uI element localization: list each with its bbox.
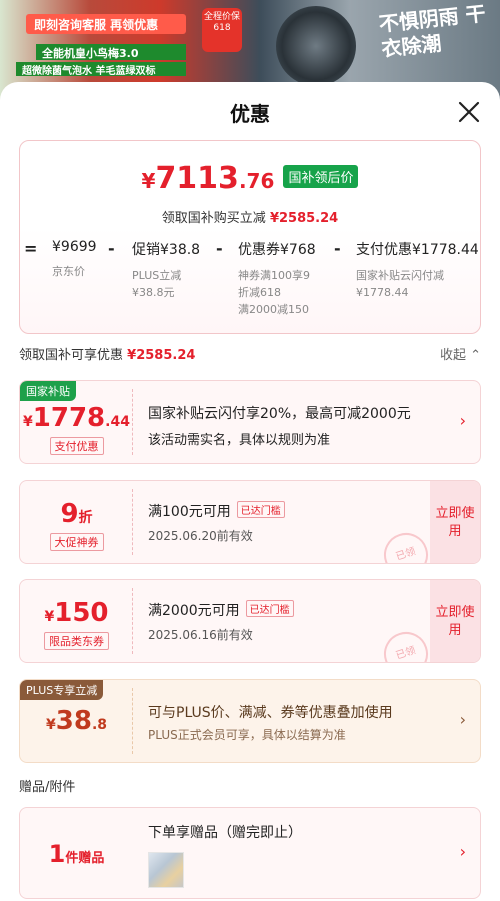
breakdown-label: ¥38.8元	[132, 286, 175, 300]
coupon-rule-note: 该活动需实名，具体以规则为准	[148, 433, 331, 448]
coupon-amount-suffix: 折	[78, 510, 93, 526]
coupon-currency: ¥	[44, 609, 55, 625]
breakdown-value: 优惠券¥768	[238, 242, 316, 258]
breakdown-label: 神券满100享9	[238, 269, 310, 282]
coupon-amount: 9	[60, 499, 79, 529]
subsidy-summary: 领取国补购买立减 ¥2585.24	[20, 207, 480, 226]
coupon-description: 国家补贴云闪付享20%，最高可减2000元	[148, 406, 411, 422]
banner-promo-line-2: 全能机皇小鸟梅3.0	[36, 44, 186, 60]
gift-count-unit: 件赠品	[65, 851, 105, 866]
close-icon[interactable]	[456, 99, 482, 125]
banner-promo-line-1: 即刻咨询客服 再领优惠	[26, 14, 186, 34]
breakdown-label: PLUS立减	[132, 269, 182, 282]
available-discounts-header: 领取国补可享优惠 ¥2585.24 收起 ⌃	[19, 344, 481, 364]
gift-thumbnail	[148, 852, 184, 888]
price-decimal: .76	[238, 169, 275, 193]
coupon-divider	[132, 389, 133, 455]
coupon-currency: ¥	[46, 717, 56, 733]
sheet-title: 优惠	[230, 102, 270, 126]
coupon-divider	[132, 688, 133, 754]
price-breakdown: = ¥9699 京东价 - 促销¥38.8 PLUS立减 ¥38.8元 - 优惠…	[20, 239, 482, 329]
discount-bottom-sheet: 优惠 ¥7113.76 国补领后价 领取国补购买立减 ¥2585.24 = ¥9…	[0, 82, 500, 901]
breakdown-label: 京东价	[52, 265, 85, 278]
coupon-type-chip: 限品类东券	[44, 632, 109, 650]
minus-operator: -	[108, 239, 115, 258]
use-now-button[interactable]: 立即使用	[430, 481, 480, 563]
collapse-label: 收起	[439, 348, 466, 363]
washing-machine-image	[276, 6, 356, 86]
gift-description: 下单享赠品（赠完即止）	[148, 825, 302, 841]
breakdown-label: 满2000减150	[238, 303, 309, 317]
coupon-divider	[132, 588, 133, 654]
threshold-reached-tag: 已达门槛	[236, 501, 285, 518]
coupon-amount: 150	[54, 598, 109, 628]
claimed-stamp: 已领	[378, 527, 434, 563]
banner-price-guarantee-badge: 全程价保 618	[202, 8, 242, 52]
coupon-amount-area: ¥1778.44 支付优惠	[20, 381, 133, 463]
breakdown-promotion: 促销¥38.8 PLUS立减 ¥38.8元	[132, 239, 200, 301]
final-price: ¥7113.76 国补领后价	[20, 161, 480, 196]
coupon-description: 可与PLUS价、满减、券等优惠叠加使用	[148, 705, 393, 721]
coupon-divider	[132, 489, 133, 555]
subsidy-summary-label: 领取国补购买立减	[161, 211, 266, 226]
coupon-card-150: ¥150 限品类东券 满2000元可用 已达门槛 2025.06.16前有效 已领…	[19, 579, 481, 663]
breakdown-label: ¥1778.44	[356, 286, 409, 300]
gift-count-area: 1件赠品	[20, 808, 133, 898]
chevron-right-icon: ›	[459, 842, 466, 861]
subsidy-summary-amount: ¥2585.24	[269, 211, 339, 226]
coupon-type-chip: 支付优惠	[49, 437, 104, 455]
breakdown-payment: 支付优惠¥1778.44 国家补贴云闪付减 ¥1778.44	[356, 239, 479, 301]
chevron-right-icon: ›	[459, 710, 466, 729]
price-summary-card: ¥7113.76 国补领后价 领取国补购买立减 ¥2585.24 = ¥9699…	[19, 140, 481, 334]
breakdown-value: ¥9699	[52, 239, 97, 255]
breakdown-jd-price: ¥9699 京东价	[52, 239, 97, 280]
breakdown-coupon: 优惠券¥768 神券满100享9 折减618 满2000减150	[238, 239, 316, 318]
coupon-amount-area: 9折 大促神券	[20, 481, 133, 563]
chevron-up-icon: ⌃	[470, 348, 481, 363]
minus-operator: -	[216, 239, 223, 258]
gift-card[interactable]: 1件赠品 下单享赠品（赠完即止） ›	[19, 807, 481, 899]
coupon-amount-decimal: .44	[105, 414, 130, 430]
coupon-amount-area: ¥38.8	[20, 680, 133, 762]
coupon-amount-decimal: .8	[91, 717, 107, 733]
equals-operator: =	[24, 239, 38, 258]
coupon-amount-area: ¥150 限品类东券	[20, 580, 133, 662]
claimed-stamp: 已领	[378, 626, 434, 662]
coupon-card-discount-9: 9折 大促神券 满100元可用 已达门槛 2025.06.20前有效 已领 立即使…	[19, 480, 481, 564]
coupon-currency: ¥	[23, 414, 33, 430]
threshold-reached-tag: 已达门槛	[245, 600, 294, 617]
coupon-rule-note: PLUS正式会员可享，具体以结算为准	[148, 728, 346, 742]
coupon-description: 满100元可用	[148, 504, 231, 520]
price-tag-badge: 国补领后价	[283, 165, 359, 188]
use-now-button[interactable]: 立即使用	[430, 580, 480, 662]
banner-slogan: 不惧阴雨 干衣除潮	[377, 1, 487, 62]
breakdown-value: 促销¥38.8	[132, 242, 201, 258]
price-currency: ¥	[141, 169, 156, 193]
gift-section-heading: 赠品/附件	[19, 780, 76, 795]
breakdown-label: 折减618	[238, 286, 281, 300]
coupon-card-plus[interactable]: PLUS专享立减 ¥38.8 可与PLUS价、满减、券等优惠叠加使用 PLUS正…	[19, 679, 481, 763]
coupon-type-chip: 大促神券	[49, 533, 104, 551]
coupon-amount: 38	[55, 706, 92, 736]
chevron-right-icon: ›	[459, 411, 466, 430]
minus-operator: -	[334, 239, 341, 258]
breakdown-label: 国家补贴云闪付减	[356, 269, 444, 282]
coupon-description: 满2000元可用	[148, 603, 240, 619]
breakdown-value: 支付优惠¥1778.44	[356, 242, 479, 258]
price-integer: 7113	[155, 161, 239, 196]
banner-promo-line-3: 超微除菌气泡水 羊毛蓝绿双标	[16, 62, 186, 77]
gift-count: 1	[48, 840, 66, 868]
coupon-amount: 1778	[32, 403, 106, 433]
coupon-card-national-subsidy[interactable]: 国家补贴 ¥1778.44 支付优惠 国家补贴云闪付享20%，最高可减2000元…	[19, 380, 481, 464]
section-amount: ¥2585.24	[127, 348, 196, 363]
coupon-expiry: 2025.06.20前有效	[148, 529, 253, 543]
coupon-expiry: 2025.06.16前有效	[148, 628, 253, 642]
collapse-button[interactable]: 收起 ⌃	[440, 344, 481, 363]
section-label: 领取国补可享优惠	[19, 348, 124, 363]
